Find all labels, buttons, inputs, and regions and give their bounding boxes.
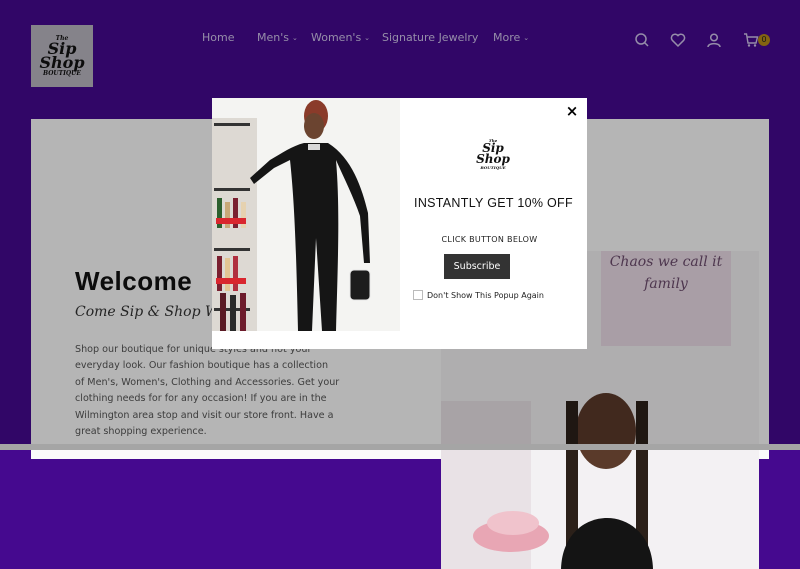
popup-logo-boutique: BOUTIQUE [480, 165, 506, 170]
dont-show-checkbox[interactable] [413, 290, 423, 300]
instruction-text: CLICK BUTTON BELOW [441, 235, 538, 244]
popup-model-photo [212, 98, 400, 331]
popup-logo-shop: Shop [476, 152, 510, 166]
offer-heading: INSTANTLY GET 10% OFF [414, 196, 573, 210]
popup-photo-image [212, 98, 400, 331]
dont-show-option[interactable]: Don't Show This Popup Again [413, 290, 544, 300]
dont-show-label: Don't Show This Popup Again [427, 290, 544, 300]
popup-content: The Sip Shop BOUTIQUE INSTANTLY GET 10% … [400, 98, 587, 349]
subscribe-popup: × The Sip Shop BOUTIQUE INSTANTLY GET 10… [212, 98, 587, 349]
popup-logo: The Sip Shop BOUTIQUE [475, 138, 511, 182]
subscribe-button[interactable]: Subscribe [444, 254, 510, 279]
